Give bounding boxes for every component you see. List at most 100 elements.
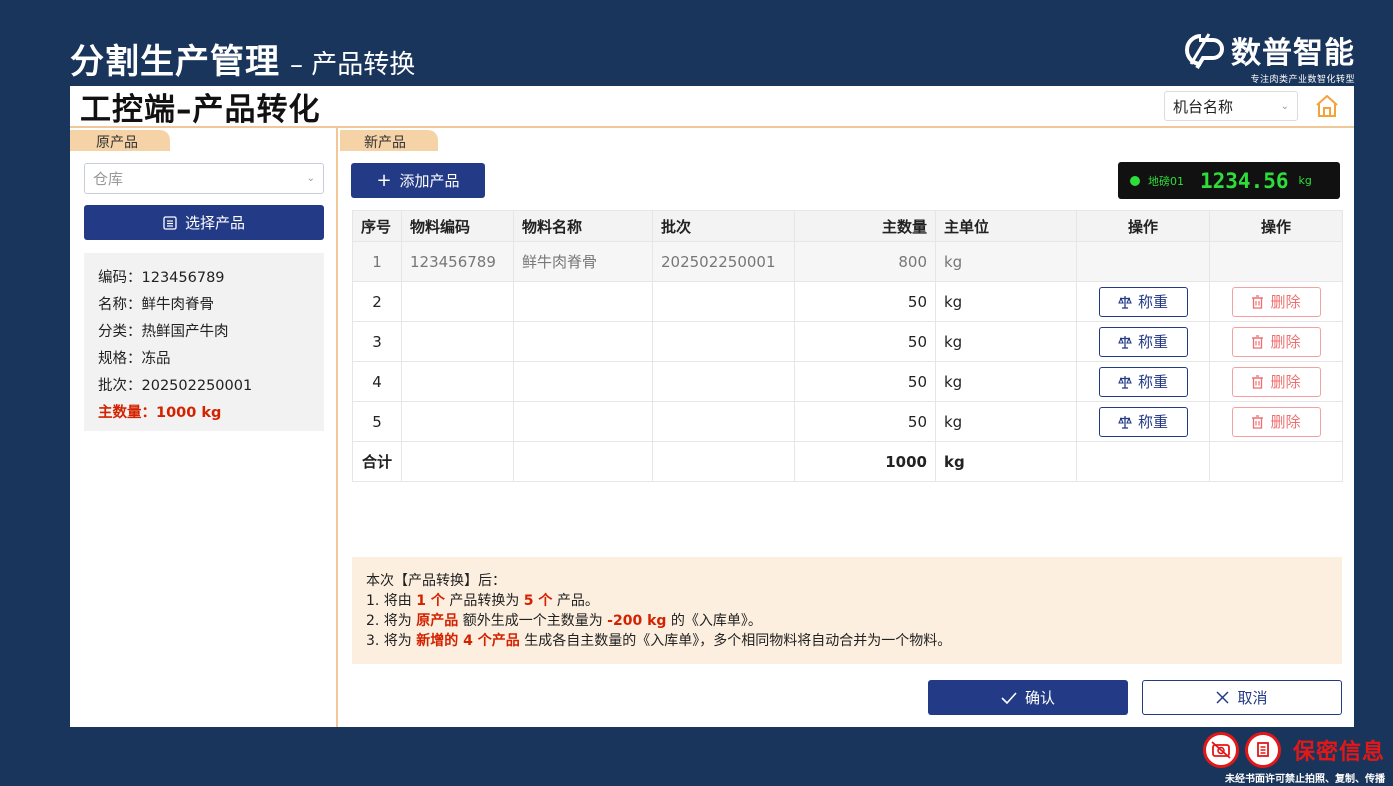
col-header: 主单位 bbox=[935, 210, 1077, 242]
cell-action bbox=[1076, 241, 1210, 282]
no-copy-icon bbox=[1244, 732, 1281, 768]
info-quantity: 主数量：1000 kg bbox=[98, 405, 222, 421]
new-product-panel: 新产品 + 添加产品 地磅01 1234.56 kg 序号 物料编码 物料名称 … bbox=[340, 128, 1354, 727]
col-header: 物料编码 bbox=[401, 210, 514, 242]
confidential-note: 未经书面许可禁止拍照、复制、传播 bbox=[1225, 774, 1385, 785]
close-icon bbox=[1216, 691, 1230, 704]
total-empty-cell bbox=[1076, 441, 1210, 482]
tab-new-product: 新产品 bbox=[340, 130, 438, 151]
scale-icon bbox=[1118, 375, 1132, 389]
cell-name bbox=[513, 321, 653, 362]
cell-code: 123456789 bbox=[401, 241, 514, 282]
cell-unit: kg bbox=[935, 241, 1077, 282]
machine-select-value: 机台名称 bbox=[1173, 97, 1234, 116]
confirm-button[interactable]: 确认 bbox=[928, 680, 1128, 715]
cell-unit: kg bbox=[935, 281, 1077, 322]
weigh-label: 称重 bbox=[1137, 413, 1168, 431]
slide-title: 分割生产管理 – 产品转换 bbox=[70, 34, 415, 83]
cell-code bbox=[401, 361, 514, 402]
delete-button[interactable]: 删除 bbox=[1231, 326, 1321, 357]
col-header: 序号 bbox=[352, 210, 402, 242]
info-spec: 规格：冻品 bbox=[98, 351, 171, 367]
cell-name bbox=[513, 401, 653, 442]
app-window: 工控端–产品转化 机台名称 ⌄ 原产品 仓库 ⌄ 选择产品 编码：1234567… bbox=[70, 86, 1354, 727]
app-header: 工控端–产品转化 机台名称 ⌄ bbox=[70, 86, 1354, 128]
weigh-button[interactable]: 称重 bbox=[1098, 286, 1188, 317]
home-icon[interactable] bbox=[1314, 93, 1340, 119]
cell-qty: 50 bbox=[794, 401, 936, 442]
weigh-label: 称重 bbox=[1137, 373, 1168, 391]
conversion-notes: 本次【产品转换】后： 1. 将由 1 个 产品转换为 5 个 产品。 2. 将为… bbox=[352, 557, 1342, 664]
plus-icon: + bbox=[376, 169, 392, 191]
weigh-label: 称重 bbox=[1137, 333, 1168, 351]
total-qty: 1000 bbox=[794, 441, 936, 482]
notes-text: 2. 将为 bbox=[366, 613, 417, 629]
notes-highlight: 原产品 bbox=[416, 613, 459, 629]
table-row: 4 50 kg 称重 删除 bbox=[352, 361, 1343, 402]
delete-label: 删除 bbox=[1270, 293, 1301, 311]
delete-button[interactable]: 删除 bbox=[1231, 366, 1321, 397]
table-row: 5 50 kg 称重 删除 bbox=[352, 401, 1343, 442]
scale-icon bbox=[1118, 335, 1132, 349]
add-product-button[interactable]: + 添加产品 bbox=[351, 163, 485, 198]
scale-name: 地磅01 bbox=[1148, 174, 1184, 188]
chevron-down-icon: ⌄ bbox=[306, 173, 315, 184]
weigh-button[interactable]: 称重 bbox=[1098, 406, 1188, 437]
weigh-button[interactable]: 称重 bbox=[1098, 326, 1188, 357]
select-product-button[interactable]: 选择产品 bbox=[84, 205, 324, 240]
logo-slogan: 专注肉类产业数智化转型 bbox=[1250, 75, 1355, 85]
notes-text: 产品转换为 bbox=[444, 593, 524, 609]
scale-icon bbox=[1118, 415, 1132, 429]
cell-unit: kg bbox=[935, 401, 1077, 442]
cell-batch bbox=[652, 281, 795, 322]
confidential-notice: 保密信息 未经书面许可禁止拍照、复制、传播 bbox=[1197, 732, 1385, 785]
notes-highlight: 5 个 bbox=[523, 593, 553, 609]
cell-qty: 800 bbox=[794, 241, 936, 282]
delete-button[interactable]: 删除 bbox=[1231, 286, 1321, 317]
app-title: 工控端–产品转化 bbox=[80, 91, 321, 128]
trash-icon bbox=[1252, 294, 1264, 309]
new-product-table: 序号 物料编码 物料名称 批次 主数量 主单位 操作 操作 1 12345678… bbox=[352, 210, 1343, 482]
cell-batch bbox=[652, 361, 795, 402]
notes-text: 3. 将为 bbox=[366, 633, 417, 649]
cell-qty: 50 bbox=[794, 321, 936, 362]
col-header: 批次 bbox=[652, 210, 795, 242]
logo-name: 数普智能 bbox=[1231, 36, 1355, 71]
list-icon bbox=[163, 215, 177, 230]
info-name: 名称：鲜牛肉脊骨 bbox=[98, 297, 214, 313]
warehouse-select[interactable]: 仓库 ⌄ bbox=[84, 163, 324, 194]
machine-select[interactable]: 机台名称 ⌄ bbox=[1164, 91, 1298, 121]
notes-line-1: 1. 将由 1 个 产品转换为 5 个 产品。 bbox=[366, 591, 1328, 611]
info-category: 分类：热鲜国产牛肉 bbox=[98, 324, 229, 340]
cell-action: 删除 bbox=[1209, 401, 1343, 442]
cell-name: 鲜牛肉脊骨 bbox=[513, 241, 653, 282]
table-row: 3 50 kg 称重 删除 bbox=[352, 321, 1343, 362]
confidential-label: 保密信息 bbox=[1292, 740, 1385, 765]
cell-action: 删除 bbox=[1209, 361, 1343, 402]
cell-action bbox=[1209, 241, 1343, 282]
cell-code bbox=[401, 281, 514, 322]
col-header: 操作 bbox=[1209, 210, 1343, 242]
weigh-button[interactable]: 称重 bbox=[1098, 366, 1188, 397]
delete-button[interactable]: 删除 bbox=[1231, 406, 1321, 437]
confirm-label: 确认 bbox=[1024, 689, 1055, 707]
delete-label: 删除 bbox=[1270, 333, 1301, 351]
company-logo: 数普智能 专注肉类产业数智化转型 bbox=[1179, 28, 1355, 85]
original-product-panel: 原产品 仓库 ⌄ 选择产品 编码：123456789 名称：鲜牛肉脊骨 分类：热… bbox=[70, 128, 338, 727]
scale-icon bbox=[1118, 295, 1132, 309]
cancel-button[interactable]: 取消 bbox=[1142, 680, 1342, 715]
add-product-label: 添加产品 bbox=[399, 172, 460, 190]
col-header: 主数量 bbox=[794, 210, 936, 242]
total-unit: kg bbox=[935, 441, 1077, 482]
total-empty-cell bbox=[513, 441, 653, 482]
trash-icon bbox=[1252, 374, 1264, 389]
cell-no: 3 bbox=[352, 321, 402, 362]
notes-line-2: 2. 将为 原产品 额外生成一个主数量为 -200 kg 的《入库单》。 bbox=[366, 611, 1328, 631]
notes-text: 1. 将由 bbox=[366, 593, 417, 609]
status-dot-icon bbox=[1130, 175, 1140, 186]
notes-intro: 本次【产品转换】后： bbox=[366, 573, 506, 589]
trash-icon bbox=[1252, 414, 1264, 429]
col-header: 物料名称 bbox=[513, 210, 653, 242]
total-label: 合计 bbox=[352, 441, 402, 482]
cell-qty: 50 bbox=[794, 361, 936, 402]
